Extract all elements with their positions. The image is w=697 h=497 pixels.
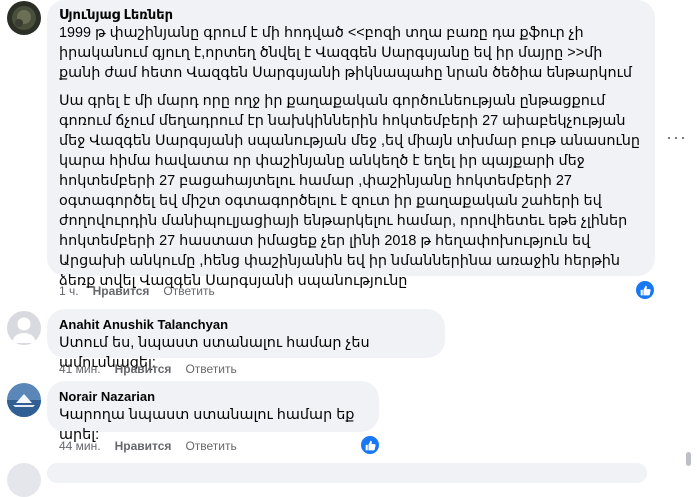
avatar-norair[interactable]: [7, 383, 41, 417]
reply-button[interactable]: Ответить: [185, 362, 236, 376]
avatar-syunyats-lerner[interactable]: [7, 1, 41, 35]
comment-bubble-next: [47, 463, 647, 483]
comment-author[interactable]: Norair Nazarian: [59, 389, 367, 405]
like-reaction-icon[interactable]: [359, 434, 381, 456]
comment-timestamp[interactable]: 41 мин.: [59, 362, 101, 376]
comment-author[interactable]: Anahit Anushik Talanchyan: [59, 317, 433, 333]
comment-bubble: Սյունյաց Լեռներ 1999 թ փաշինյանը գրում է…: [47, 0, 655, 289]
avatar-anahit[interactable]: [7, 311, 41, 345]
comment-timestamp[interactable]: 44 мин.: [59, 439, 101, 453]
comment-paragraph: Սա գրել է մի մարդ որը ողջ իր քաղաքական գ…: [59, 93, 640, 289]
comment-paragraph: 1999 թ փաշինյանը գրում է մի հոդված <<բոզ…: [59, 25, 632, 81]
more-options-icon[interactable]: ···: [666, 128, 687, 146]
like-reaction-icon[interactable]: [634, 279, 656, 301]
comment-actions: 41 мин. Нравится Ответить: [59, 362, 237, 376]
comment-timestamp[interactable]: 1 ч.: [59, 284, 79, 298]
like-button[interactable]: Нравится: [115, 362, 172, 376]
comment-text: 1999 թ փաշինյանը գրում է մի հոդված <<բոզ…: [59, 23, 643, 291]
comment-actions: 1 ч. Нравится Ответить: [59, 284, 215, 298]
comment-bubble: Anahit Anushik Talanchyan Ստում ես, նպաս…: [47, 309, 445, 371]
like-button[interactable]: Нравится: [115, 439, 172, 453]
reply-button[interactable]: Ответить: [185, 439, 236, 453]
scrollbar[interactable]: [686, 452, 691, 466]
comment-author[interactable]: Սյունյաց Լեռներ: [59, 7, 643, 23]
avatar-next[interactable]: [7, 463, 41, 497]
comment-actions: 44 мин. Нравится Ответить: [59, 439, 237, 453]
like-button[interactable]: Нравится: [93, 284, 150, 298]
comment-bubble: Norair Nazarian Կարողա նպաստ ստանալու հա…: [47, 381, 379, 443]
reply-button[interactable]: Ответить: [163, 284, 214, 298]
